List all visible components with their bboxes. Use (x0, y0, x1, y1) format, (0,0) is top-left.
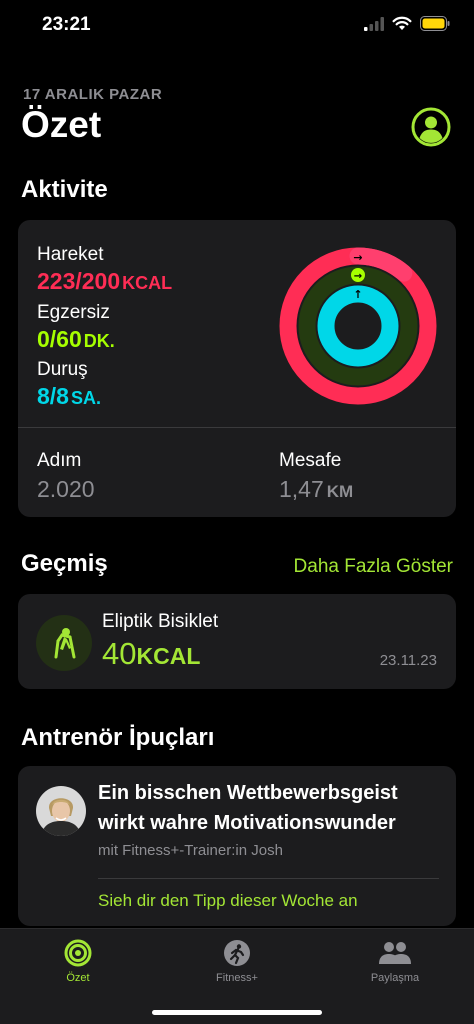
activity-rings[interactable]: → → ↑ (276, 244, 440, 408)
stand-value-number: 8/8 (37, 383, 69, 409)
tip-card[interactable]: Ein bisschen Wettbewerbsgeist wirkt wahr… (18, 766, 456, 926)
activity-card[interactable]: Hareket 223/200 KCAL Egzersiz 0/60 DK. Dur… (18, 220, 456, 517)
exercise-value-number: 0/60 (37, 326, 82, 352)
move-metric: Hareket 223/200 KCAL (37, 244, 172, 295)
distance-value: 1,47 KM (279, 476, 353, 503)
move-unit: KCAL (122, 273, 173, 293)
stand-ring (317, 285, 399, 367)
history-item-date: 23.11.23 (379, 652, 437, 669)
tip-subtitle: mit Fitness+-Trainer:in Josh (98, 842, 283, 859)
stand-label: Duruş (37, 359, 88, 380)
exercise-value: 0/60 DK. (37, 326, 115, 353)
steps-value: 2.020 (37, 476, 95, 502)
steps-stat: Adım 2.020 (37, 450, 95, 503)
move-value: 223/200 KCAL (37, 268, 172, 295)
tip-divider (98, 878, 439, 879)
profile-button[interactable] (411, 107, 451, 147)
history-item-unit: KCAL (136, 643, 201, 669)
stand-metric: Duruş 8/8 SA. (37, 359, 101, 410)
tab-sharing[interactable]: Paylaşma (335, 939, 455, 984)
fitness-runner-icon (224, 940, 250, 966)
steps-label: Adım (37, 450, 82, 471)
distance-value-number: 1,47 (279, 476, 324, 502)
activity-divider (18, 427, 456, 428)
svg-text:↑: ↑ (353, 288, 362, 301)
tip-link[interactable]: Sieh dir den Tipp dieser Woche an (98, 891, 358, 911)
exercise-unit: DK. (83, 331, 115, 351)
tips-section-title: Antrenör İpuçları (21, 724, 215, 751)
summary-rings-icon (64, 939, 92, 967)
wifi-icon (392, 16, 412, 30)
history-item-card[interactable]: Eliptik Bisiklet 40KCAL 23.11.23 (18, 594, 456, 689)
svg-text:→: → (353, 251, 362, 264)
tab-summary[interactable]: Özet (18, 939, 138, 984)
show-more-link[interactable]: Daha Fazla Göster (294, 556, 453, 578)
tab-summary-label: Özet (66, 972, 90, 984)
exercise-metric: Egzersiz 0/60 DK. (37, 302, 115, 353)
elliptical-icon (36, 615, 92, 671)
trainer-avatar (36, 786, 86, 836)
distance-stat: Mesafe 1,47 KM (279, 450, 353, 503)
tab-sharing-label: Paylaşma (370, 972, 420, 984)
distance-label: Mesafe (279, 450, 342, 471)
sharing-people-icon (379, 942, 411, 964)
stand-unit: SA. (70, 388, 101, 408)
status-time: 23:21 (42, 14, 91, 35)
cellular-signal-icon (364, 16, 384, 31)
activity-section-title: Aktivite (21, 176, 108, 203)
svg-text:→: → (354, 271, 362, 282)
history-item-value-number: 40 (102, 636, 137, 671)
status-bar: 23:21 (0, 0, 474, 52)
date-label: 17 ARALIK PAZAR (23, 86, 163, 103)
tip-title: Ein bisschen Wettbewerbsgeist wirkt wahr… (98, 782, 398, 834)
stand-value: 8/8 SA. (37, 383, 101, 410)
move-label: Hareket (37, 244, 104, 265)
history-item-value: 40KCAL (102, 636, 200, 672)
home-indicator (152, 1010, 322, 1015)
tab-fitness-plus-label: Fitness+ (216, 972, 258, 984)
page-title: Özet (21, 104, 102, 145)
tab-fitness-plus[interactable]: Fitness+ (177, 939, 297, 984)
battery-icon (420, 16, 450, 31)
move-value-number: 223/200 (37, 268, 121, 294)
exercise-label: Egzersiz (37, 302, 110, 323)
distance-unit: KM (326, 482, 354, 501)
history-section-title: Geçmiş (21, 550, 108, 577)
history-item-name: Eliptik Bisiklet (102, 611, 219, 632)
status-icons (364, 16, 450, 31)
